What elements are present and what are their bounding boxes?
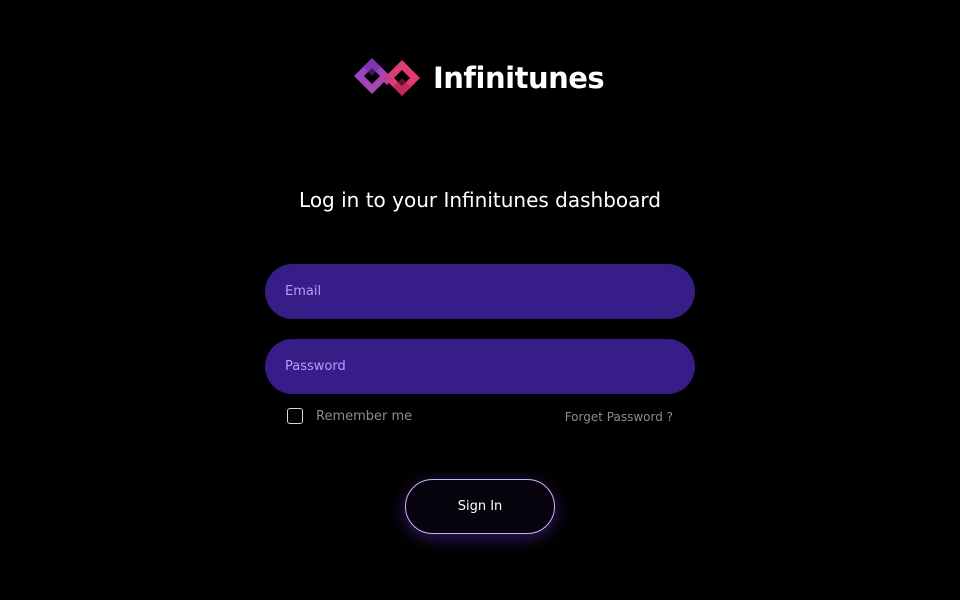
login-options: Remember me Forget Password ?	[287, 408, 673, 428]
forgot-password-link[interactable]: Forget Password ?	[565, 410, 673, 424]
login-page: Infinitunes Log in to your Infinitunes d…	[0, 0, 960, 600]
email-input[interactable]	[265, 264, 695, 319]
infinity-logo-icon	[354, 58, 420, 96]
remember-me-checkbox[interactable]	[287, 408, 303, 424]
sign-in-button[interactable]: Sign In	[405, 479, 555, 534]
remember-me-toggle[interactable]: Remember me	[287, 408, 412, 424]
brand-name: Infinitunes	[433, 61, 605, 95]
login-heading: Log in to your Infinitunes dashboard	[299, 188, 661, 212]
brand-header: Infinitunes	[354, 56, 605, 100]
remember-me-label: Remember me	[316, 408, 413, 424]
password-input[interactable]	[265, 339, 695, 394]
